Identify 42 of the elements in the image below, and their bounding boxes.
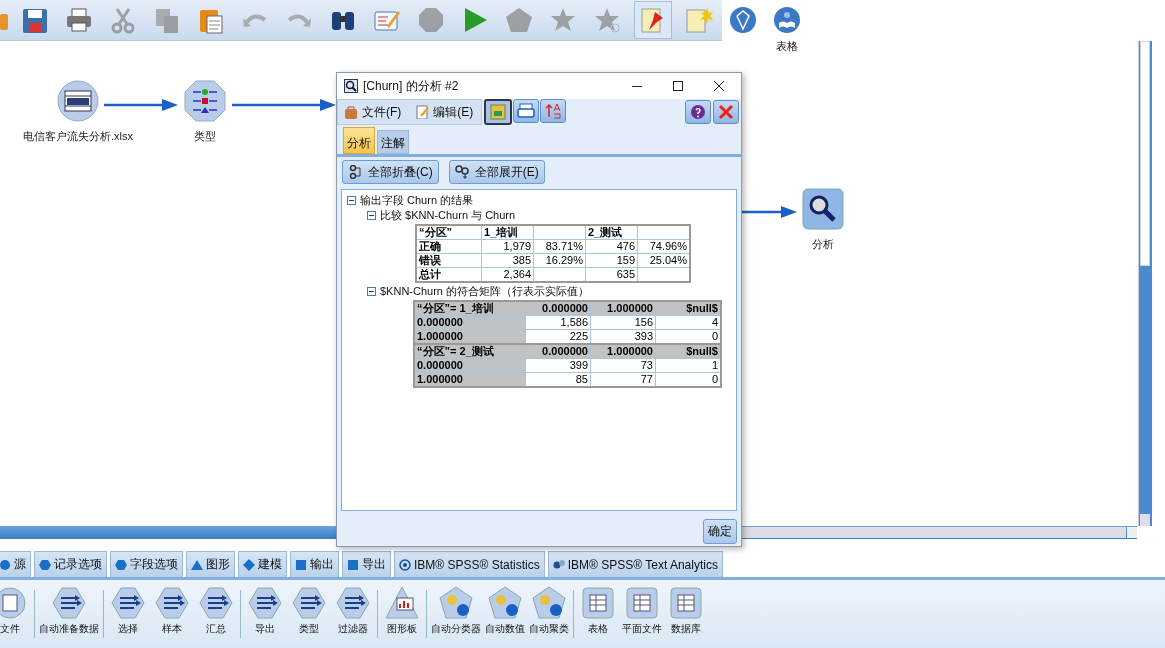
node-label: 分析 (812, 237, 834, 252)
table-cell: “分区”= 2_测试 (414, 344, 526, 359)
table-cell: 16.29% (533, 253, 586, 268)
node-label: 图形板 (387, 622, 417, 636)
node-label: 自动分类器 (431, 622, 481, 636)
window-title: [Churn] 的分析 #2 (363, 77, 460, 95)
table-cell: 正确 (416, 239, 482, 254)
node-label: 过滤器 (338, 622, 368, 636)
table-cell: 385 (481, 253, 534, 268)
node-label: 类型 (299, 622, 319, 636)
table-cell: 1,979 (481, 239, 534, 254)
table-cell: 0.000000 (525, 344, 591, 359)
node-label: 汇总 (206, 622, 226, 636)
table-cell: 总计 (416, 267, 482, 282)
node-label: 选择 (118, 622, 138, 636)
table-cell: 错误 (416, 253, 482, 268)
node-label: 类型 (194, 129, 216, 144)
tooltip-label: 表格 (776, 39, 798, 54)
table-cell: $null$ (655, 344, 721, 359)
node-label: 文件 (0, 622, 20, 636)
table-cell: 1.000000 (590, 344, 656, 359)
node-label: 自动准备数据 (39, 622, 99, 636)
table-cell: “分区”= 1_培训 (414, 301, 526, 316)
node-label: 自动聚类 (529, 622, 569, 636)
node-label: 电信客户流失分析.xlsx (23, 129, 133, 144)
table-cell: $null$ (655, 301, 721, 316)
node-label: 自动数值 (485, 622, 525, 636)
node-label: 表格 (588, 622, 608, 636)
table-cell: 74.96% (637, 239, 690, 254)
table-cell: 1_培训 (481, 225, 534, 240)
node-label: 数据库 (671, 622, 701, 636)
node-label: 导出 (255, 622, 275, 636)
table-cell: 2_测试 (585, 225, 638, 240)
table-cell: 25.04% (637, 253, 690, 268)
table-cell: 159 (585, 253, 638, 268)
table-cell: 0.000000 (525, 301, 591, 316)
node-label: 平面文件 (622, 622, 662, 636)
table-cell: 476 (585, 239, 638, 254)
table-cell: 83.71% (533, 239, 586, 254)
node-label: 样本 (162, 622, 182, 636)
table-cell: “分区” (416, 225, 482, 240)
table-cell: 1.000000 (590, 301, 656, 316)
